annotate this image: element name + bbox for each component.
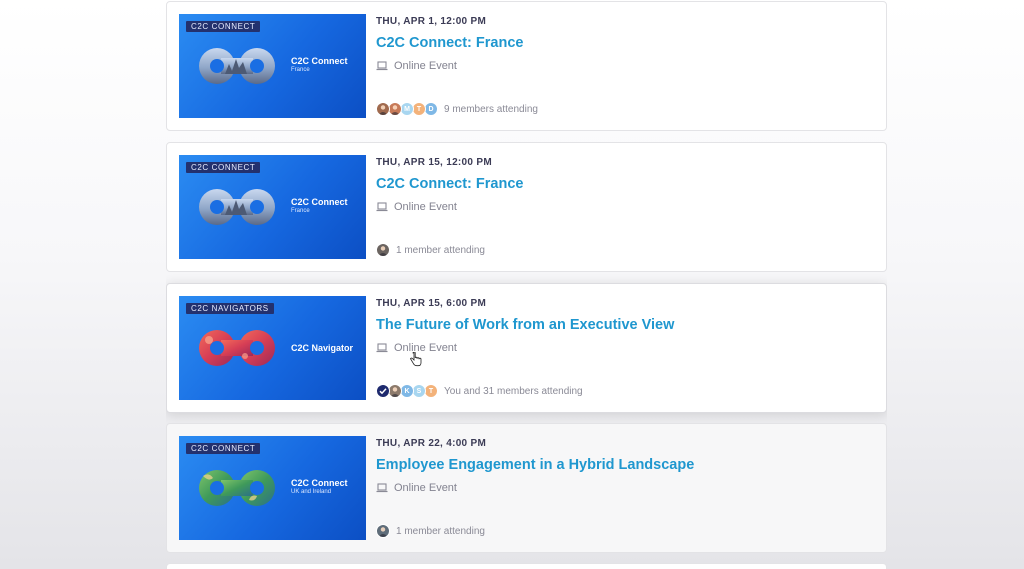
avatar-initial: D (424, 102, 438, 116)
attending-check-icon (376, 384, 390, 398)
c2c-logo-icon (199, 330, 275, 366)
avatar-initial: S (412, 384, 426, 398)
thumbnail-brand: C2C Navigator (291, 343, 354, 353)
avatar-photo (388, 384, 402, 398)
attendees[interactable]: 1 member attending (376, 524, 485, 538)
event-thumbnail[interactable]: C2C CONNECT C2C Connect UK and Ireland (179, 436, 366, 540)
event-venue: Online Event (376, 201, 457, 213)
laptop-icon (376, 483, 388, 493)
event-thumbnail[interactable]: C2C NAVIGATORS C2C Navigator (179, 296, 366, 400)
event-date: THU, APR 15, 12:00 PM (376, 157, 492, 168)
attendees-label: You and 31 members attending (444, 385, 583, 397)
thumbnail-subtitle: France (291, 67, 310, 73)
avatar-photo (376, 524, 390, 538)
event-thumbnail[interactable]: C2C CONNECT C2C Connect France (179, 155, 366, 259)
event-card[interactable]: C2C NAVIGATORS C2C Navigator THU, APR 15… (166, 283, 887, 413)
thumbnail-subtitle: UK and Ireland (291, 489, 332, 495)
event-date: THU, APR 15, 6:00 PM (376, 298, 487, 309)
attendees-label: 1 member attending (396, 525, 485, 537)
attendees-label: 1 member attending (396, 244, 485, 256)
event-title[interactable]: C2C Connect: France (376, 176, 523, 192)
event-card[interactable]: C2C CONNECT C2C Connect France THU, APR … (166, 142, 887, 272)
event-card[interactable]: C2C CONNECT C2C Connect UK and Ireland T… (166, 423, 887, 553)
c2c-logo-icon (199, 470, 275, 506)
group-tag: C2C NAVIGATORS (186, 303, 274, 314)
avatar-stack (376, 524, 390, 538)
event-title[interactable]: The Future of Work from an Executive Vie… (376, 317, 674, 333)
event-title[interactable]: C2C Connect: France (376, 35, 523, 51)
thumbnail-brand: C2C Connect (291, 56, 348, 66)
event-date: THU, APR 1, 12:00 PM (376, 16, 487, 27)
avatar-initial: M (400, 102, 414, 116)
attendees[interactable]: 1 member attending (376, 243, 485, 257)
event-card[interactable]: C2C CONNECT C2C Connect France THU, APR … (166, 1, 887, 131)
event-info: THU, APR 15, 12:00 PM C2C Connect: Franc… (376, 143, 876, 271)
hand-cursor-icon (410, 352, 422, 367)
avatar-photo (376, 102, 390, 116)
event-info: THU, APR 22, 4:00 PM Employee Engagement… (376, 424, 876, 552)
avatar-initial: K (400, 384, 414, 398)
avatar-photo (376, 243, 390, 257)
event-info: THU, APR 1, 12:00 PM C2C Connect: France… (376, 2, 876, 130)
laptop-icon (376, 343, 388, 353)
event-date: THU, APR 22, 4:00 PM (376, 438, 487, 449)
avatar-initial: T (412, 102, 426, 116)
venue-label: Online Event (394, 482, 457, 494)
c2c-logo-icon (199, 189, 275, 225)
thumbnail-brand: C2C Connect (291, 197, 348, 207)
thumbnail-subtitle: France (291, 208, 310, 214)
avatar-photo (388, 102, 402, 116)
venue-label: Online Event (394, 60, 457, 72)
event-info: THU, APR 15, 6:00 PM The Future of Work … (376, 284, 876, 412)
event-thumbnail[interactable]: C2C CONNECT C2C Connect France (179, 14, 366, 118)
laptop-icon (376, 202, 388, 212)
laptop-icon (376, 61, 388, 71)
avatar-initial: T (424, 384, 438, 398)
avatar-stack: KST (376, 384, 438, 398)
avatar-stack: MTD (376, 102, 438, 116)
attendees[interactable]: KST You and 31 members attending (376, 384, 583, 398)
attendees-label: 9 members attending (444, 103, 538, 115)
attendees[interactable]: MTD 9 members attending (376, 102, 538, 116)
c2c-logo-icon (199, 48, 275, 84)
venue-label: Online Event (394, 201, 457, 213)
event-card[interactable] (166, 563, 887, 569)
group-tag: C2C CONNECT (186, 162, 261, 173)
group-tag: C2C CONNECT (186, 21, 261, 32)
event-title[interactable]: Employee Engagement in a Hybrid Landscap… (376, 457, 694, 473)
event-feed: C2C CONNECT C2C Connect France THU, APR … (166, 0, 887, 569)
group-tag: C2C CONNECT (186, 443, 261, 454)
avatar-stack (376, 243, 390, 257)
thumbnail-brand: C2C Connect (291, 478, 348, 488)
event-venue: Online Event (376, 482, 457, 494)
event-venue: Online Event (376, 60, 457, 72)
venue-label: Online Event (394, 342, 457, 354)
